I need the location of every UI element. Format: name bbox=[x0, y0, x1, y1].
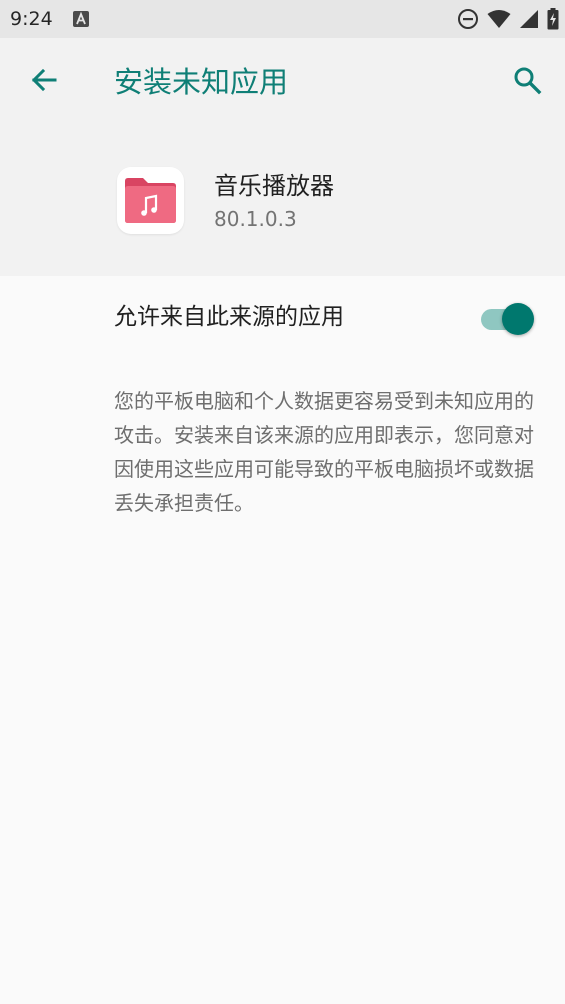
notification-a-icon bbox=[72, 10, 90, 28]
status-time: 9:24 bbox=[10, 8, 53, 30]
status-icons bbox=[457, 7, 559, 31]
app-icon bbox=[117, 167, 184, 234]
music-folder-icon bbox=[125, 178, 176, 223]
app-header: 安装未知应用 音乐播放器 80.1.0.3 bbox=[0, 38, 565, 276]
status-bar: 9:24 bbox=[0, 0, 565, 38]
search-icon bbox=[512, 65, 542, 99]
arrow-back-icon bbox=[29, 65, 59, 99]
allow-toggle[interactable] bbox=[481, 302, 537, 336]
wifi-icon bbox=[487, 9, 511, 29]
do-not-disturb-icon bbox=[457, 8, 479, 30]
setting-label: 允许来自此来源的应用 bbox=[114, 304, 344, 330]
warning-description: 您的平板电脑和个人数据更容易受到未知应用的攻击。安装来自该来源的应用即表示，您同… bbox=[114, 389, 534, 515]
search-button[interactable] bbox=[505, 60, 549, 104]
toggle-thumb bbox=[502, 303, 534, 335]
app-version: 80.1.0.3 bbox=[214, 207, 297, 231]
page-title: 安装未知应用 bbox=[114, 65, 289, 99]
battery-charging-icon bbox=[547, 8, 559, 30]
signal-icon bbox=[519, 9, 539, 29]
allow-unknown-sources-row[interactable]: 允许来自此来源的应用 bbox=[0, 276, 565, 362]
back-button[interactable] bbox=[22, 60, 66, 104]
app-name: 音乐播放器 bbox=[214, 172, 334, 200]
